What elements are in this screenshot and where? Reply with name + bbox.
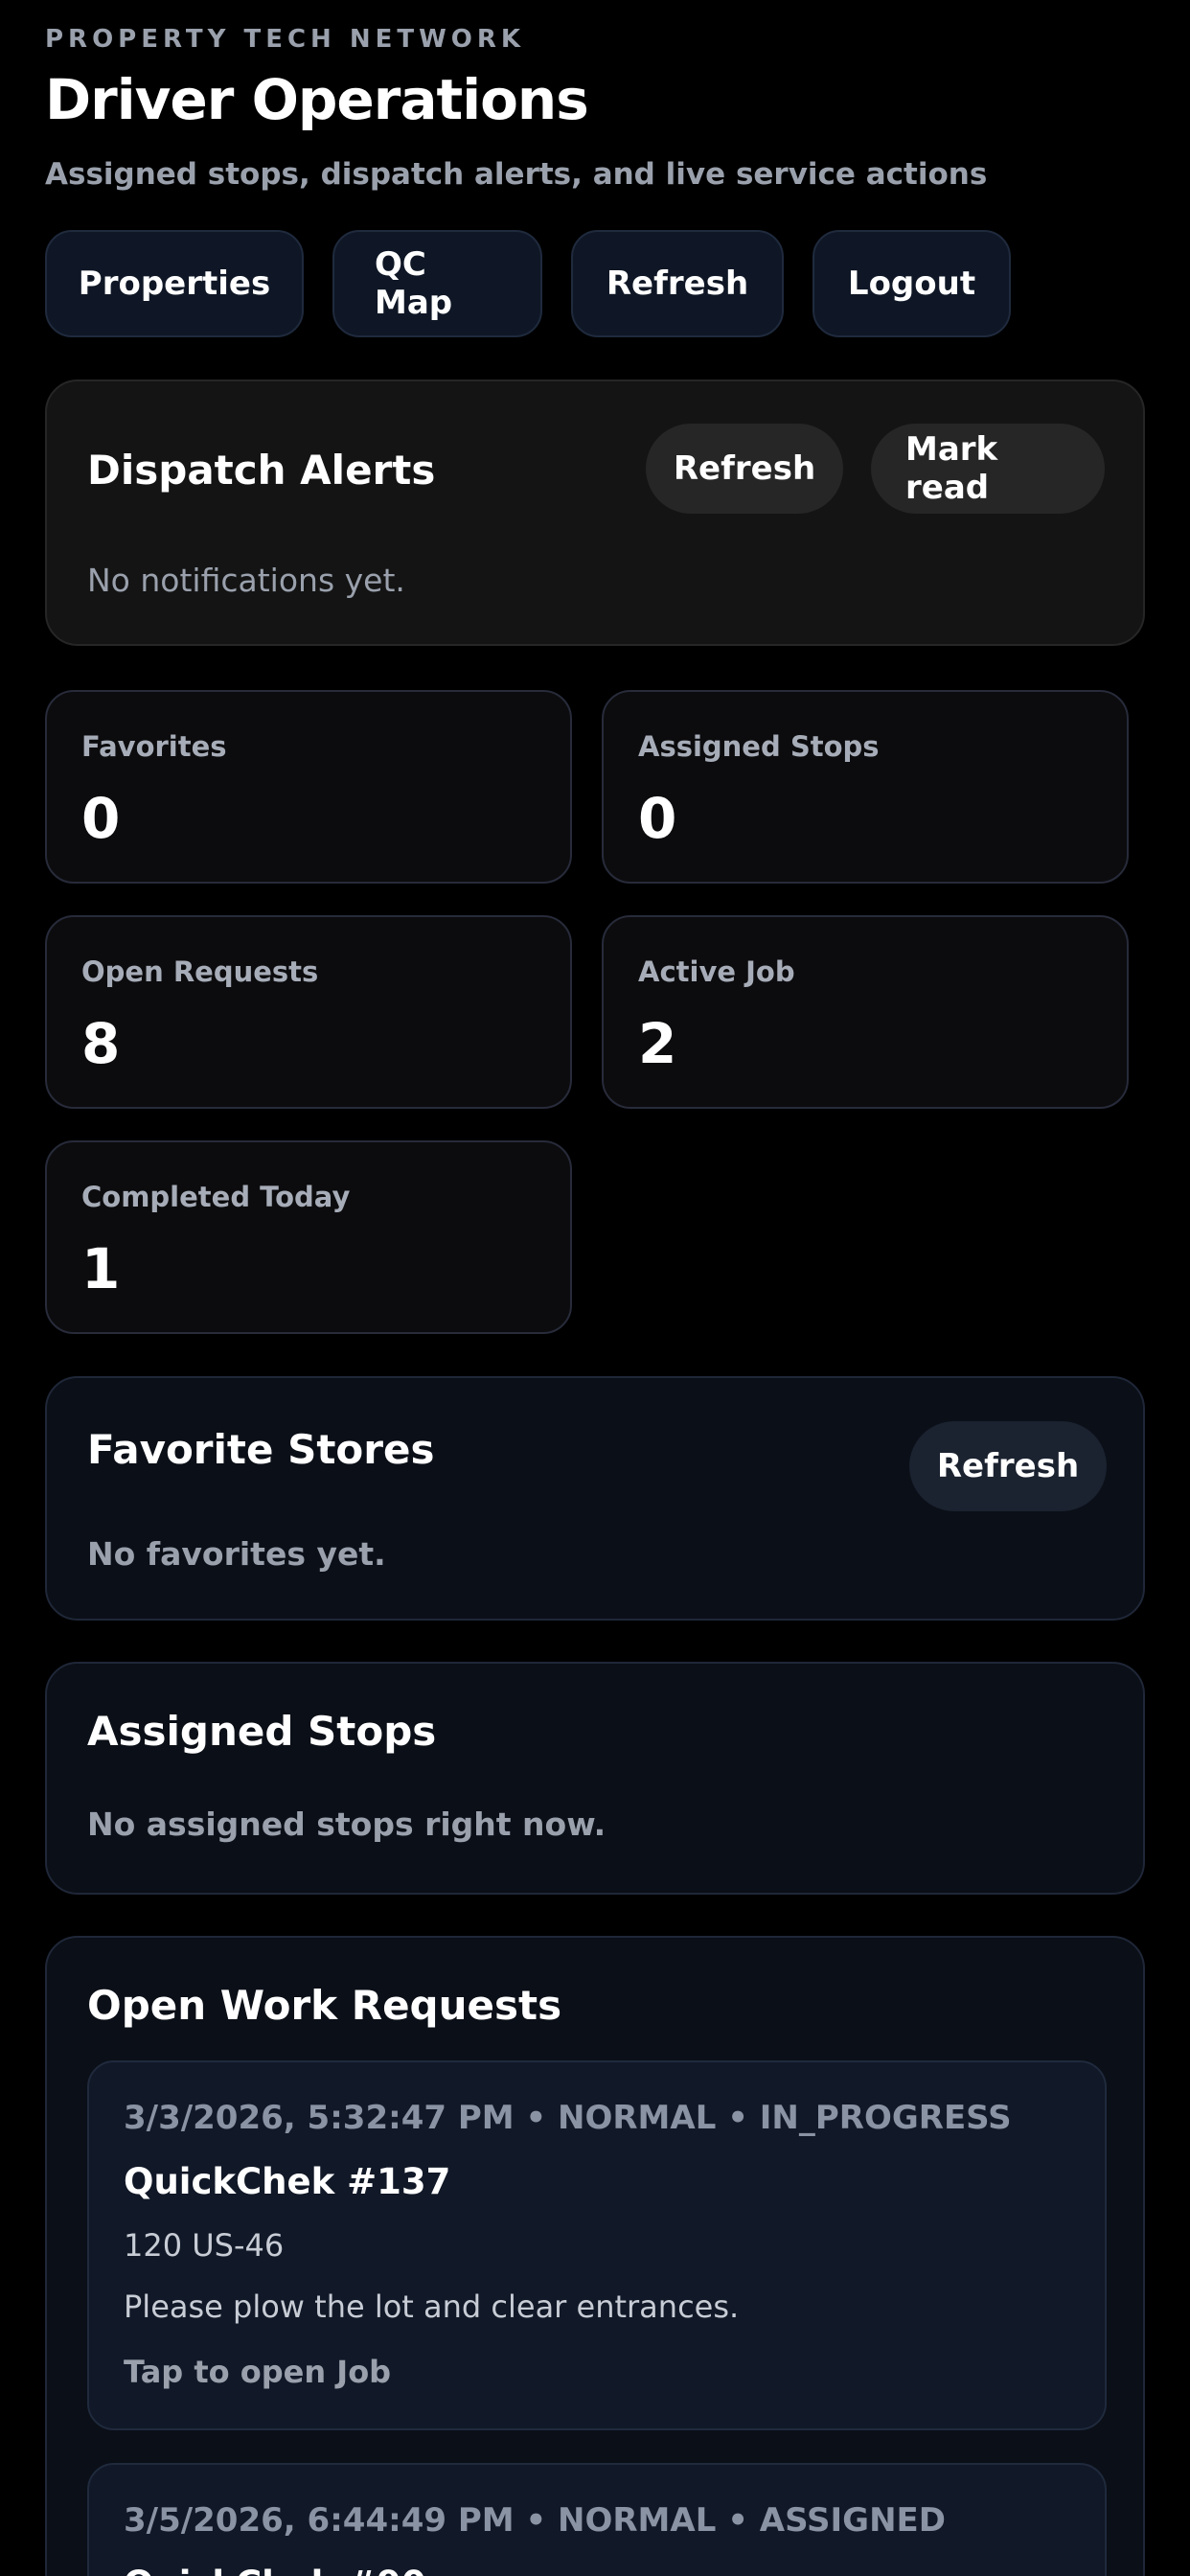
stat-assigned-stops: Assigned Stops 0 xyxy=(602,690,1129,884)
stat-value: 2 xyxy=(638,1011,677,1076)
stat-value: 1 xyxy=(81,1236,121,1301)
favorites-refresh-button[interactable]: Refresh xyxy=(909,1421,1107,1511)
request-meta: 3/5/2026, 6:44:49 PM • NORMAL • ASSIGNED xyxy=(124,2501,946,2540)
stat-label: Favorites xyxy=(81,730,227,763)
stat-label: Assigned Stops xyxy=(638,730,880,763)
stat-value: 0 xyxy=(638,786,677,851)
stat-value: 8 xyxy=(81,1011,121,1076)
page-title: Driver Operations xyxy=(45,67,589,132)
dispatch-alerts-card: Dispatch Alerts Refresh Mark read No not… xyxy=(45,380,1145,646)
stat-label: Active Job xyxy=(638,955,795,988)
properties-button[interactable]: Properties xyxy=(45,230,304,337)
open-job-link[interactable]: Tap to open Job xyxy=(124,2354,391,2390)
page-subtitle: Assigned stops, dispatch alerts, and liv… xyxy=(45,157,988,192)
assigned-empty-text: No assigned stops right now. xyxy=(87,1806,606,1843)
driver-dashboard: PROPERTY TECH NETWORK Driver Operations … xyxy=(0,0,1190,2576)
favorite-stores-card: Favorite Stores Refresh No favorites yet… xyxy=(45,1376,1145,1621)
work-request-item[interactable]: 3/3/2026, 5:32:47 PM • NORMAL • IN_PROGR… xyxy=(87,2060,1107,2430)
request-store-name: QuickChek #137 xyxy=(124,2161,451,2202)
assigned-stops-card: Assigned Stops No assigned stops right n… xyxy=(45,1662,1145,1895)
logout-button[interactable]: Logout xyxy=(812,230,1011,337)
open-requests-title: Open Work Requests xyxy=(87,1982,562,2029)
stat-completed-today: Completed Today 1 xyxy=(45,1140,572,1334)
stat-value: 0 xyxy=(81,786,121,851)
stat-open-requests: Open Requests 8 xyxy=(45,915,572,1109)
stat-label: Completed Today xyxy=(81,1181,351,1213)
request-meta: 3/3/2026, 5:32:47 PM • NORMAL • IN_PROGR… xyxy=(124,2099,1012,2137)
qc-map-button[interactable]: QC Map xyxy=(332,230,542,337)
dispatch-alerts-title: Dispatch Alerts xyxy=(87,447,436,494)
top-nav: Properties QC Map Refresh Logout xyxy=(45,230,1011,337)
request-address: 120 US-46 xyxy=(124,2227,285,2264)
request-description: Please plow the lot and clear entrances. xyxy=(124,2288,740,2325)
work-request-item[interactable]: 3/5/2026, 6:44:49 PM • NORMAL • ASSIGNED… xyxy=(87,2463,1107,2576)
stat-label: Open Requests xyxy=(81,955,319,988)
open-work-requests-card: Open Work Requests 3/3/2026, 5:32:47 PM … xyxy=(45,1936,1145,2576)
stat-favorites: Favorites 0 xyxy=(45,690,572,884)
stat-active-job: Active Job 2 xyxy=(602,915,1129,1109)
org-eyebrow: PROPERTY TECH NETWORK xyxy=(45,25,526,54)
request-store-name: QuickChek #90 xyxy=(124,2564,426,2576)
mark-read-button[interactable]: Mark read xyxy=(871,424,1105,514)
favorites-empty-text: No favorites yet. xyxy=(87,1535,386,1573)
alerts-empty-text: No notifications yet. xyxy=(87,562,405,599)
refresh-button[interactable]: Refresh xyxy=(571,230,784,337)
favorite-stores-title: Favorite Stores xyxy=(87,1426,435,1473)
assigned-stops-title: Assigned Stops xyxy=(87,1708,437,1755)
alerts-refresh-button[interactable]: Refresh xyxy=(646,424,843,514)
